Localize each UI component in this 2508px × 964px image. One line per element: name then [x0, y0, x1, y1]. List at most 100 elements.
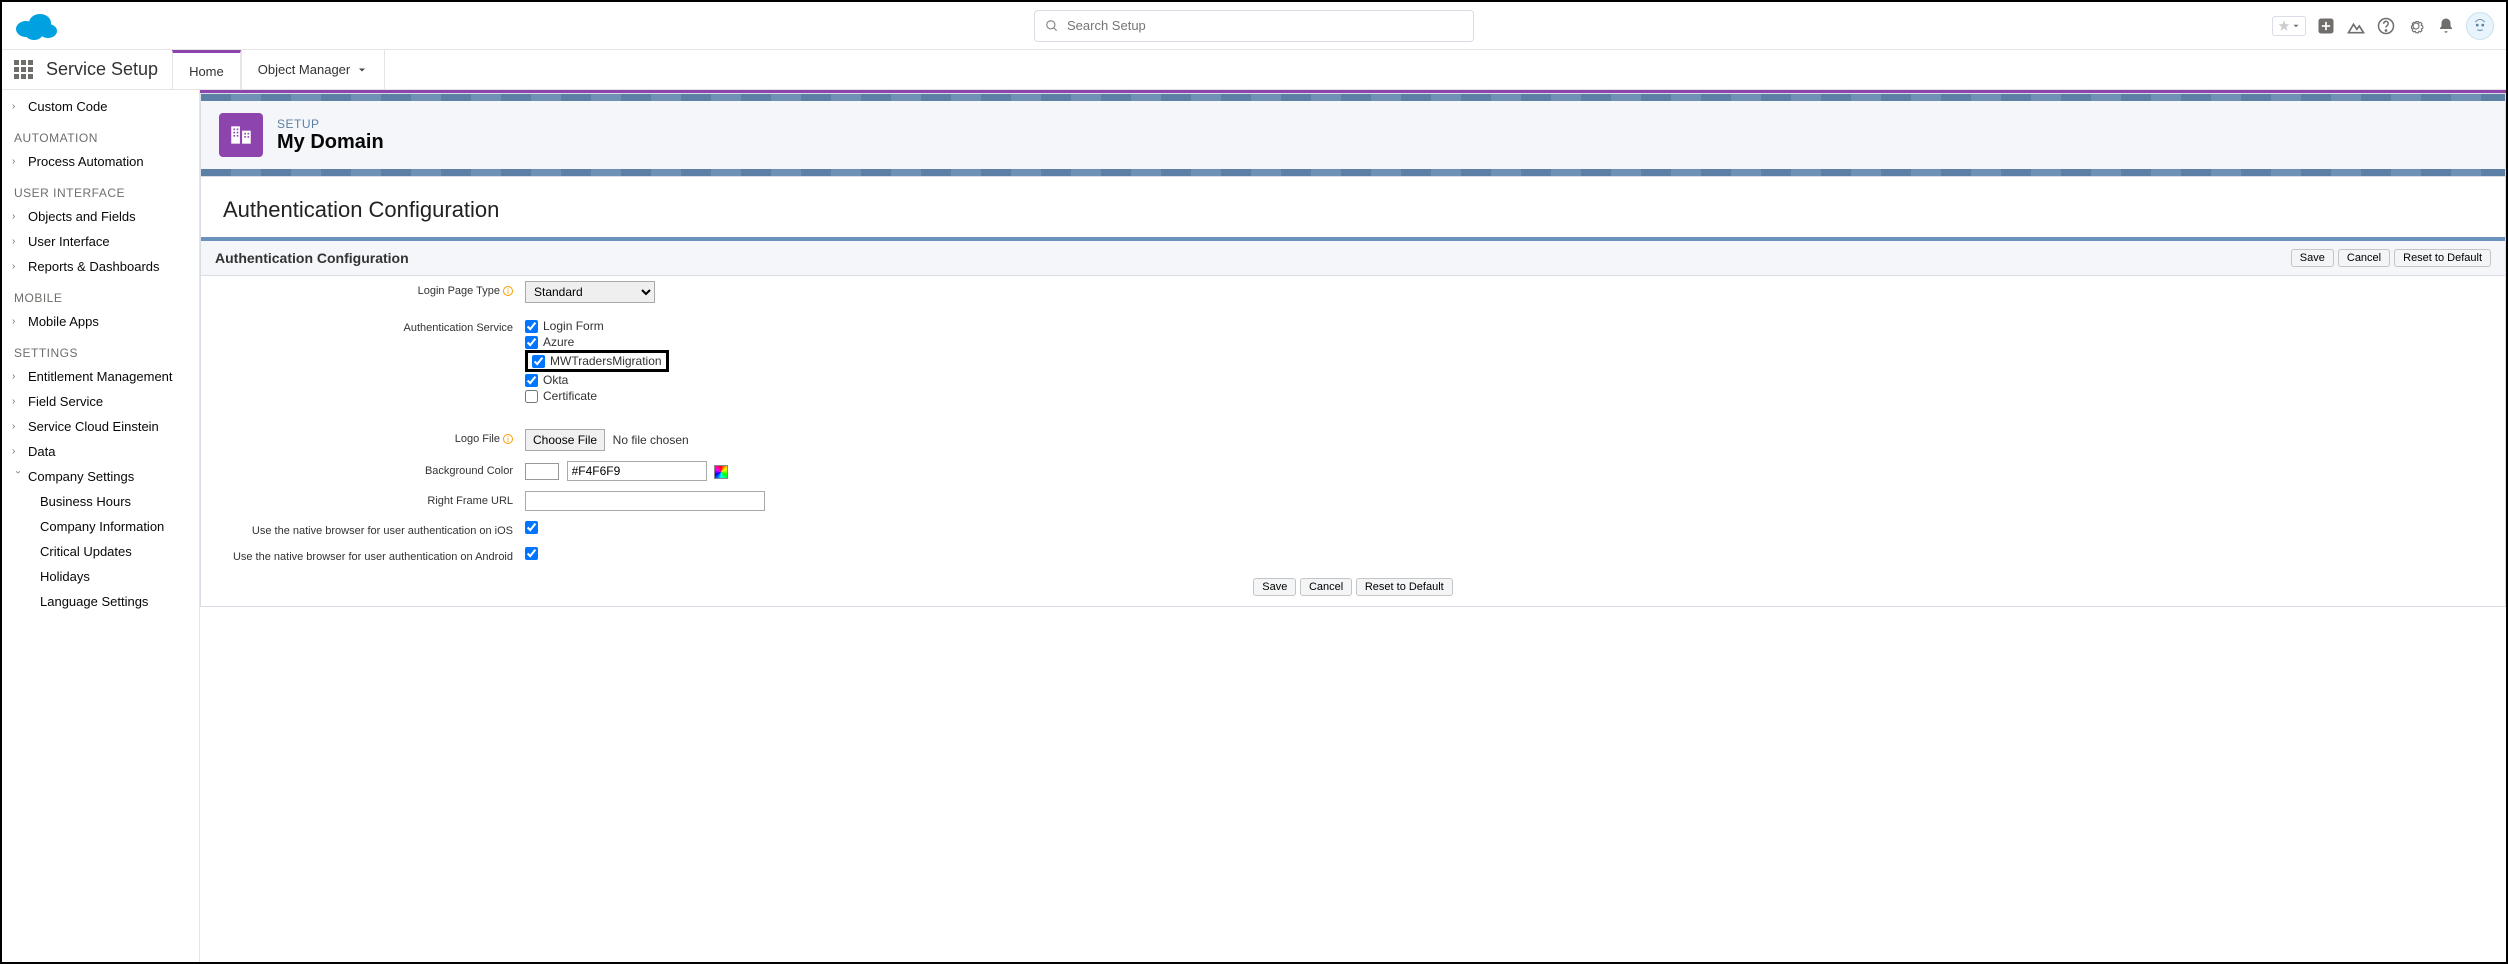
sidebar-item-business-hours[interactable]: Business Hours — [2, 489, 199, 514]
help-icon[interactable]: i — [503, 434, 513, 444]
chevron-down-icon — [2291, 21, 2301, 31]
footer-buttons: Save Cancel Reset to Default — [201, 568, 2505, 606]
color-picker-icon[interactable] — [714, 465, 728, 479]
user-avatar[interactable] — [2466, 12, 2494, 40]
choose-file-button[interactable]: Choose File — [525, 429, 605, 451]
checkbox-ios-native[interactable] — [525, 521, 538, 534]
chevron-right-icon: › — [12, 211, 24, 222]
chevron-right-icon: › — [12, 316, 24, 327]
chevron-right-icon: › — [12, 261, 24, 272]
chevron-right-icon: › — [12, 236, 24, 247]
search-input[interactable] — [1067, 18, 1463, 33]
sidebar-item-custom-code[interactable]: ›Custom Code — [2, 94, 199, 119]
checkbox-okta[interactable] — [525, 374, 538, 387]
reset-button-footer[interactable]: Reset to Default — [1356, 578, 1453, 596]
right-frame-input[interactable] — [525, 491, 765, 511]
chevron-right-icon: › — [12, 371, 24, 382]
panel-buttons: Save Cancel Reset to Default — [2291, 249, 2491, 267]
reset-button[interactable]: Reset to Default — [2394, 249, 2491, 267]
bell-icon[interactable] — [2436, 16, 2456, 36]
sidebar-item-user-interface[interactable]: ›User Interface — [2, 229, 199, 254]
sidebar-item-field-service[interactable]: ›Field Service — [2, 389, 199, 414]
login-page-type-select[interactable]: Standard — [525, 281, 655, 303]
cancel-button[interactable]: Cancel — [2338, 249, 2390, 267]
cancel-button-footer[interactable]: Cancel — [1300, 578, 1352, 596]
panel-title: Authentication Configuration — [215, 250, 409, 266]
salesforce-logo — [14, 11, 58, 41]
sidebar-item-holidays[interactable]: Holidays — [2, 564, 199, 589]
help-icon[interactable]: i — [503, 286, 513, 296]
auth-config-form: Login Page Typei Standard Authentication… — [201, 276, 2505, 568]
global-search — [1034, 10, 1474, 42]
bg-color-label: Background Color — [425, 465, 513, 477]
auth-service-azure: Azure — [525, 334, 2497, 350]
auth-config-section: Authentication Configuration Authenticat… — [200, 177, 2506, 607]
sidebar-item-company-information[interactable]: Company Information — [2, 514, 199, 539]
page-header: SETUP My Domain — [200, 93, 2506, 177]
sidebar-section-settings: SETTINGS — [2, 334, 199, 364]
no-file-text: No file chosen — [613, 433, 689, 447]
app-name: Service Setup — [46, 59, 158, 80]
context-nav: Service Setup Home Object Manager — [2, 50, 2506, 90]
sidebar-section-ui: USER INTERFACE — [2, 174, 199, 204]
color-swatch — [525, 463, 559, 480]
tab-home[interactable]: Home — [172, 50, 241, 90]
add-icon[interactable] — [2316, 16, 2336, 36]
section-title: Authentication Configuration — [201, 177, 2505, 237]
sidebar-item-service-cloud-einstein[interactable]: ›Service Cloud Einstein — [2, 414, 199, 439]
login-page-type-label: Login Page Type — [418, 285, 500, 297]
sidebar-item-entitlement[interactable]: ›Entitlement Management — [2, 364, 199, 389]
search-icon — [1045, 19, 1059, 33]
checkbox-mwtraders[interactable] — [532, 355, 545, 368]
sidebar-item-mobile-apps[interactable]: ›Mobile Apps — [2, 309, 199, 334]
android-auth-label: Use the native browser for user authenti… — [233, 551, 513, 563]
sidebar-section-automation: AUTOMATION — [2, 119, 199, 149]
logo-file-label: Logo File — [455, 433, 500, 445]
tab-label: Object Manager — [258, 62, 351, 77]
sidebar-item-reports-dashboards[interactable]: ›Reports & Dashboards — [2, 254, 199, 279]
tab-object-manager[interactable]: Object Manager — [241, 50, 386, 90]
chevron-right-icon: › — [12, 421, 24, 432]
sidebar-item-data[interactable]: ›Data — [2, 439, 199, 464]
sidebar-item-language-settings[interactable]: Language Settings — [2, 589, 199, 614]
help-icon[interactable] — [2376, 16, 2396, 36]
page-title: My Domain — [277, 131, 384, 154]
bg-color-input[interactable] — [567, 461, 707, 481]
sidebar-item-critical-updates[interactable]: Critical Updates — [2, 539, 199, 564]
building-icon — [228, 122, 254, 148]
trailhead-icon[interactable] — [2346, 16, 2366, 36]
sidebar-item-company-settings[interactable]: ›Company Settings — [2, 464, 199, 489]
chevron-down-icon — [356, 64, 368, 76]
chevron-right-icon: › — [12, 446, 24, 457]
page-header-text: SETUP My Domain — [277, 117, 384, 154]
checkbox-azure[interactable] — [525, 336, 538, 349]
sidebar-item-objects-fields[interactable]: ›Objects and Fields — [2, 204, 199, 229]
page-eyebrow: SETUP — [277, 117, 384, 131]
page-icon — [219, 113, 263, 157]
chevron-down-icon: › — [13, 471, 24, 483]
right-frame-label: Right Frame URL — [427, 495, 513, 507]
app-launcher-icon[interactable] — [14, 60, 34, 80]
save-button-footer[interactable]: Save — [1253, 578, 1296, 596]
chevron-right-icon: › — [12, 396, 24, 407]
ios-auth-label: Use the native browser for user authenti… — [252, 525, 513, 537]
checkbox-android-native[interactable] — [525, 547, 538, 560]
panel-header: Authentication Configuration Save Cancel… — [201, 241, 2505, 276]
tab-label: Home — [189, 64, 224, 79]
auth-service-okta: Okta — [525, 372, 2497, 388]
auth-service-label: Authentication Service — [404, 322, 513, 334]
sidebar-item-process-automation[interactable]: ›Process Automation — [2, 149, 199, 174]
chevron-right-icon: › — [12, 101, 24, 112]
star-icon — [2277, 19, 2291, 33]
checkbox-certificate[interactable] — [525, 390, 538, 403]
gear-icon[interactable] — [2406, 16, 2426, 36]
auth-service-login-form: Login Form — [525, 318, 2497, 334]
save-button[interactable]: Save — [2291, 249, 2334, 267]
checkbox-login-form[interactable] — [525, 320, 538, 333]
auth-service-mwtraders: MWTradersMigration — [532, 353, 662, 369]
search-box[interactable] — [1034, 10, 1474, 42]
sidebar-section-mobile: MOBILE — [2, 279, 199, 309]
header-decoration — [201, 169, 2505, 176]
setup-sidebar: ›Custom Code AUTOMATION ›Process Automat… — [2, 90, 200, 962]
favorites-button[interactable] — [2272, 16, 2306, 36]
